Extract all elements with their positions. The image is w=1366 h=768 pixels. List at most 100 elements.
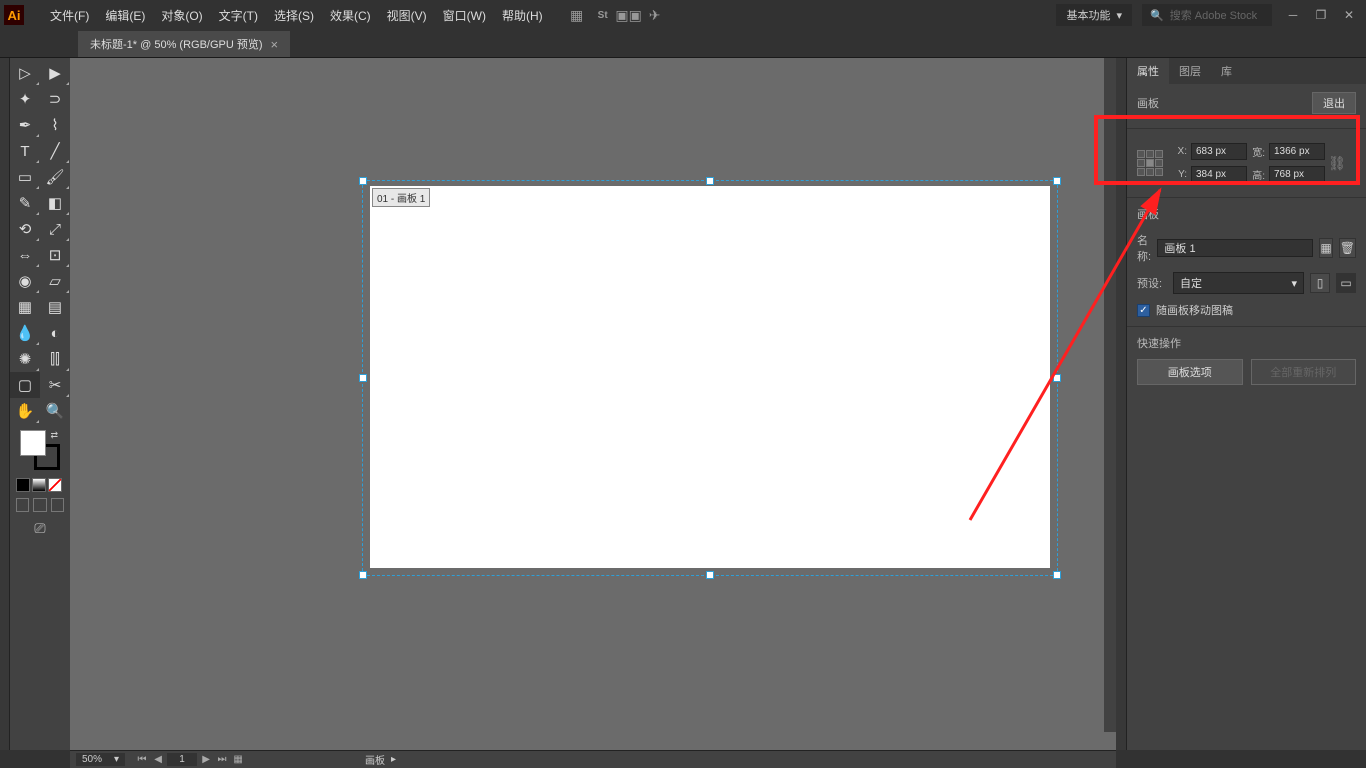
workspace-dropdown[interactable]: 基本功能 ▾ <box>1056 4 1132 26</box>
shaper-tool[interactable]: ✎ <box>10 190 40 216</box>
arrange-icon[interactable]: ▣▣ <box>621 7 637 23</box>
width-input[interactable] <box>1269 143 1325 160</box>
height-input[interactable] <box>1269 166 1325 183</box>
menu-window[interactable]: 窗口(W) <box>435 4 494 27</box>
selection-handle[interactable] <box>359 177 367 185</box>
artboard-number-input[interactable]: 1 <box>167 753 197 766</box>
rectangle-tool[interactable]: ▭ <box>10 164 40 190</box>
selection-tool[interactable]: ▷ <box>10 60 40 86</box>
next-artboard-button[interactable]: ▶ <box>199 753 213 767</box>
direct-selection-tool[interactable]: ▶ <box>40 60 70 86</box>
delete-artboard-icon[interactable]: 🗑 <box>1339 238 1356 258</box>
graph-tool[interactable]: ⫿⫿ <box>40 346 70 372</box>
fill-stroke-swatches[interactable]: ⇄ <box>20 430 60 470</box>
menu-file[interactable]: 文件(F) <box>42 4 97 27</box>
artboard-name-input[interactable] <box>1157 239 1313 257</box>
close-button[interactable]: ✕ <box>1336 5 1362 25</box>
selection-handle[interactable] <box>359 571 367 579</box>
menu-type[interactable]: 文字(T) <box>211 4 266 27</box>
pen-tool[interactable]: ✒ <box>10 112 40 138</box>
tab-layers[interactable]: 图层 <box>1169 58 1211 84</box>
none-swatch[interactable] <box>48 478 62 492</box>
curvature-tool[interactable]: ⌇ <box>40 112 70 138</box>
fill-swatch[interactable] <box>20 430 46 456</box>
tab-properties[interactable]: 属性 <box>1127 58 1169 84</box>
symbol-sprayer-tool[interactable]: ✺ <box>10 346 40 372</box>
exit-artboard-button[interactable]: 退出 <box>1312 92 1356 114</box>
slice-tool[interactable]: ✂ <box>40 372 70 398</box>
x-input[interactable] <box>1191 143 1247 160</box>
last-artboard-button[interactable]: ⏭ <box>215 753 229 767</box>
first-artboard-button[interactable]: ⏮ <box>135 753 149 767</box>
hand-tool[interactable]: ✋ <box>10 398 40 424</box>
orientation-portrait-icon[interactable]: ▯ <box>1310 273 1330 293</box>
rotate-tool[interactable]: ⟲ <box>10 216 40 242</box>
color-swatch-black[interactable] <box>16 478 30 492</box>
swap-colors-icon[interactable]: ⇄ <box>50 430 58 441</box>
menu-select[interactable]: 选择(S) <box>266 4 322 27</box>
minimize-button[interactable]: ─ <box>1280 5 1306 25</box>
selection-handle[interactable] <box>706 177 714 185</box>
document-tab[interactable]: 未标题-1* @ 50% (RGB/GPU 预览) × <box>78 31 290 57</box>
zoom-dropdown[interactable]: 50% ▾ <box>76 753 125 766</box>
mesh-tool[interactable]: ▦ <box>10 294 40 320</box>
selection-handle[interactable] <box>706 571 714 579</box>
perspective-tool[interactable]: ▱ <box>40 268 70 294</box>
type-tool[interactable]: T <box>10 138 40 164</box>
line-tool[interactable]: ╱ <box>40 138 70 164</box>
stock-icon[interactable]: St <box>595 7 611 23</box>
menu-view[interactable]: 视图(V) <box>379 4 435 27</box>
draw-normal[interactable] <box>16 498 29 512</box>
free-transform-tool[interactable]: ⊡ <box>40 242 70 268</box>
lasso-tool[interactable]: ⊃ <box>40 86 70 112</box>
share-icon[interactable]: ✈ <box>647 7 663 23</box>
magic-wand-tool[interactable]: ✦ <box>10 86 40 112</box>
close-tab-icon[interactable]: × <box>271 37 279 52</box>
document-tab-title: 未标题-1* @ 50% (RGB/GPU 预览) <box>90 36 263 52</box>
quick-actions-title: 快速操作 <box>1137 335 1356 351</box>
chevron-right-icon: ▸ <box>391 754 396 765</box>
draw-behind[interactable] <box>33 498 46 512</box>
selection-handle[interactable] <box>1053 374 1061 382</box>
menu-help[interactable]: 帮助(H) <box>494 4 551 27</box>
selection-handle[interactable] <box>1053 571 1061 579</box>
panel-collapse-strip[interactable] <box>1116 58 1126 750</box>
link-dimensions-icon[interactable]: ⛓ <box>1329 155 1345 171</box>
preset-dropdown[interactable]: 自定 ▾ <box>1173 272 1304 294</box>
paintbrush-tool[interactable]: 🖌 <box>40 164 70 190</box>
artboard-nav-icon[interactable]: ▦ <box>231 753 245 767</box>
blend-tool[interactable]: ◐ <box>40 320 70 346</box>
toolbox-expand-strip[interactable] <box>0 58 10 750</box>
rearrange-all-button[interactable]: 全部重新排列 <box>1251 359 1357 385</box>
gradient-tool[interactable]: ▤ <box>40 294 70 320</box>
y-input[interactable] <box>1191 166 1247 183</box>
stock-search-input[interactable]: 🔍 搜索 Adobe Stock <box>1142 4 1272 26</box>
gradient-swatch[interactable] <box>32 478 46 492</box>
shape-builder-tool[interactable]: ◉ <box>10 268 40 294</box>
width-tool[interactable]: ⇔ <box>10 242 40 268</box>
artboard-options-button[interactable]: 画板选项 <box>1137 359 1243 385</box>
properties-panel: 属性 图层 库 画板 退出 X: <box>1126 58 1366 750</box>
move-artwork-checkbox[interactable]: ✓ <box>1137 304 1150 317</box>
reference-point-grid[interactable] <box>1137 150 1163 176</box>
gpu-icon[interactable]: ▦ <box>569 7 585 23</box>
orientation-landscape-icon[interactable]: ▭ <box>1336 273 1356 293</box>
tab-libraries[interactable]: 库 <box>1211 58 1242 84</box>
zoom-tool[interactable]: 🔍 <box>40 398 70 424</box>
maximize-button[interactable]: ❐ <box>1308 5 1334 25</box>
draw-inside[interactable] <box>51 498 64 512</box>
selection-handle[interactable] <box>1053 177 1061 185</box>
selection-handle[interactable] <box>359 374 367 382</box>
vertical-scrollbar[interactable] <box>1104 58 1116 732</box>
scale-tool[interactable]: ⤢ <box>40 216 70 242</box>
screen-mode-icon[interactable]: ⎚ <box>10 516 70 541</box>
artboard-options-icon[interactable]: ▦ <box>1319 238 1332 258</box>
menu-object[interactable]: 对象(O) <box>153 4 210 27</box>
menu-effect[interactable]: 效果(C) <box>322 4 379 27</box>
prev-artboard-button[interactable]: ◀ <box>151 753 165 767</box>
canvas-area[interactable]: 01 - 画板 1 <box>70 58 1116 750</box>
eraser-tool[interactable]: ◧ <box>40 190 70 216</box>
artboard-tool[interactable]: ▢ <box>10 372 40 398</box>
eyedropper-tool[interactable]: 💧 <box>10 320 40 346</box>
menu-edit[interactable]: 编辑(E) <box>97 4 153 27</box>
